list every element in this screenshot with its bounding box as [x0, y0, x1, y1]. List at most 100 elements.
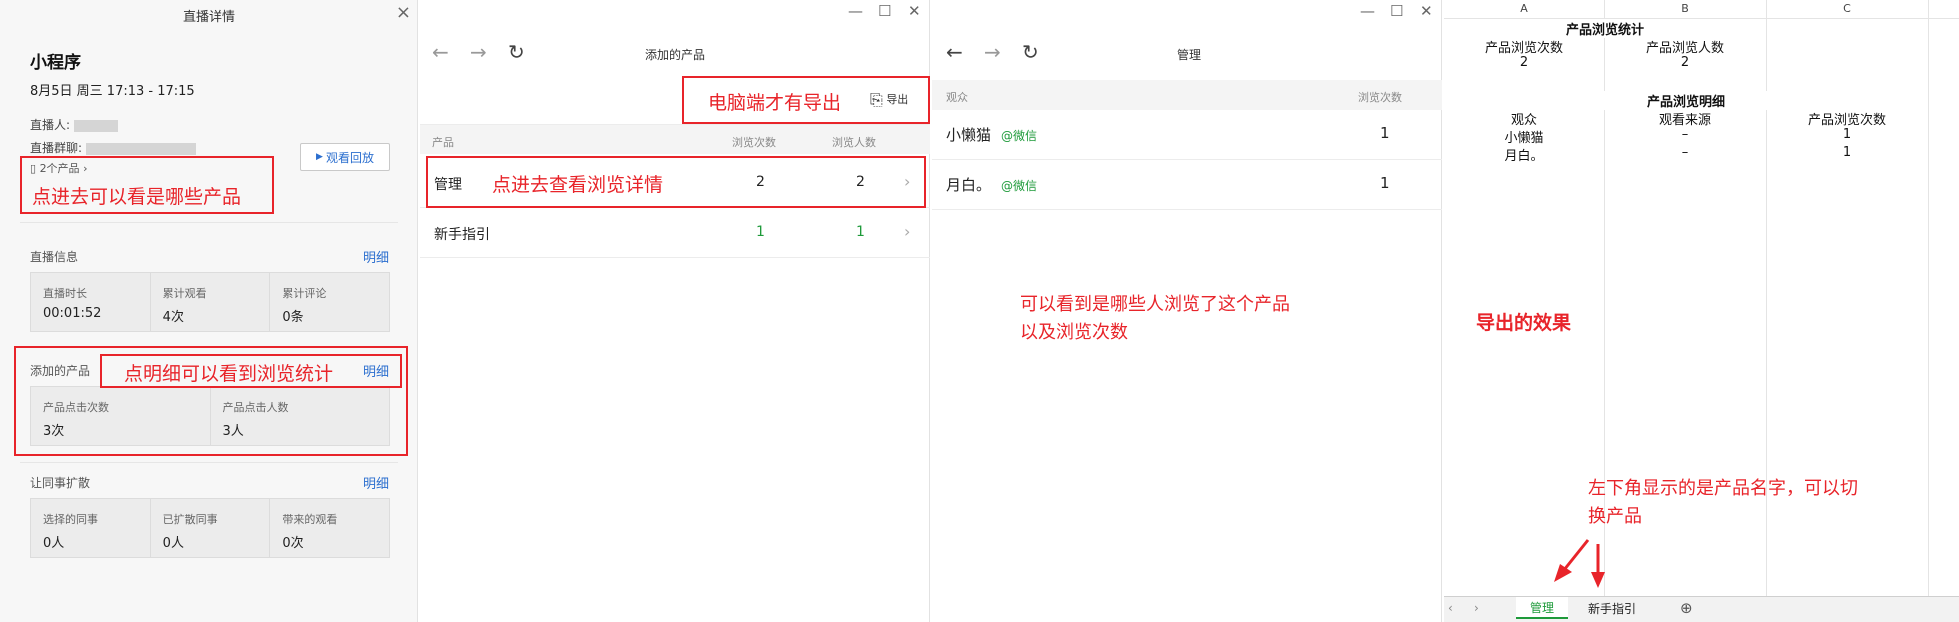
viewer-name: 月白。: [946, 176, 992, 194]
back-icon[interactable]: ←: [946, 40, 963, 64]
mini-program-name: 小程序: [30, 53, 81, 73]
divider: [20, 222, 398, 223]
cell[interactable]: 1: [1766, 127, 1928, 142]
minimize-icon[interactable]: —: [848, 2, 863, 20]
anchor-label: 直播人:: [30, 118, 71, 132]
blurred-name: [74, 119, 119, 132]
group-row: 直播群聊:: [30, 139, 197, 156]
group-label: 直播群聊:: [30, 141, 83, 155]
replay-label: 观看回放: [325, 150, 374, 165]
close-icon[interactable]: ✕: [908, 2, 921, 20]
annotation-text: 电脑端才有导出: [708, 92, 842, 114]
cell[interactable]: –: [1604, 127, 1766, 142]
live-info-title: 直播信息: [30, 250, 79, 264]
sheet-tab-manage[interactable]: 管理: [1516, 597, 1568, 619]
stat-cell: 已扩散同事 0人: [151, 499, 271, 557]
cell[interactable]: 观看来源: [1604, 109, 1766, 128]
column-header[interactable]: C: [1766, 2, 1928, 15]
cell[interactable]: 产品浏览次数: [1766, 109, 1928, 128]
maximize-icon[interactable]: ☐: [1390, 2, 1403, 20]
annotation-text: 点进去查看浏览详情: [492, 174, 664, 196]
column-header[interactable]: B: [1604, 2, 1766, 15]
table-row: 月白。 @微信 1: [932, 160, 1442, 210]
table-header: 产品 浏览次数 浏览人数: [420, 124, 930, 154]
stat-value: 0次: [282, 536, 304, 551]
add-sheet-icon[interactable]: ⊕: [1680, 599, 1693, 617]
stat-value: 0人: [43, 536, 65, 551]
column-header[interactable]: A: [1444, 2, 1604, 15]
cell[interactable]: 月白。: [1444, 145, 1604, 164]
annotation-text: 左下角显示的是产品名字，可以切: [1588, 478, 1858, 499]
stat-cell: 直播时长 00:01:52: [31, 273, 151, 331]
live-detail-panel: 直播详情 × 小程序 8月5日 周三 17:13 - 17:15 直播人: 直播…: [0, 0, 418, 622]
arrow-head: [1591, 572, 1605, 588]
table-row[interactable]: 新手指引 1 1 ›: [420, 208, 930, 258]
cell[interactable]: 产品浏览次数: [1444, 37, 1604, 56]
refresh-icon[interactable]: ↻: [508, 40, 525, 64]
stat-label: 累计评论: [282, 287, 327, 300]
scroll-left-icon[interactable]: ‹: [1448, 601, 1453, 615]
viewer-cell: 月白。 @微信: [946, 174, 1037, 195]
table-header: 观众 浏览次数: [932, 80, 1442, 110]
col-header: 观众: [946, 91, 968, 104]
refresh-icon[interactable]: ↻: [1022, 40, 1039, 64]
stats-title-cell[interactable]: 产品浏览统计: [1444, 19, 1766, 38]
stat-label: 累计观看: [162, 287, 207, 300]
views-value: 1: [1380, 124, 1390, 142]
window-title: 添加的产品: [645, 48, 706, 62]
blurred-group: [86, 142, 197, 155]
table-row: 小懒猫 @微信 1: [932, 110, 1442, 160]
detail-title-cell[interactable]: 产品浏览明细: [1444, 91, 1928, 110]
cell[interactable]: 观众: [1444, 109, 1604, 128]
live-time: 8月5日 周三 17:13 - 17:15: [30, 84, 195, 99]
spread-detail-link[interactable]: 明细: [363, 473, 389, 492]
maximize-icon[interactable]: ☐: [878, 2, 891, 20]
cell[interactable]: 1: [1766, 145, 1928, 160]
stat-value: 4次: [162, 310, 184, 325]
stat-label: 选择的同事: [43, 513, 98, 526]
close-icon[interactable]: ×: [396, 2, 411, 23]
col-header: 浏览人数: [832, 136, 876, 149]
spread-stats: 选择的同事 0人 已扩散同事 0人 带来的观看 0次: [30, 498, 390, 558]
annotation-text: 导出的效果: [1476, 312, 1572, 334]
spread-title: 让同事扩散: [30, 476, 91, 490]
stat-cell: 累计评论 0条: [270, 273, 389, 331]
divider: [20, 462, 398, 463]
cell[interactable]: 2: [1444, 55, 1604, 70]
close-icon[interactable]: ✕: [1420, 2, 1433, 20]
cell[interactable]: 小懒猫: [1444, 127, 1604, 146]
arrow-line: [1562, 539, 1590, 571]
col-header: 浏览次数: [732, 136, 776, 149]
window-title: 管理: [1177, 48, 1202, 62]
viewer-name: 小懒猫: [946, 126, 992, 144]
annotation-text: 点进去可以看是哪些产品: [32, 186, 242, 208]
sheet-tab-bar: ‹ › 管理 新手指引 ⊕: [1444, 596, 1959, 622]
replay-button[interactable]: ▶ 观看回放: [300, 143, 390, 171]
stat-label: 带来的观看: [282, 513, 338, 526]
cell[interactable]: 产品浏览人数: [1604, 37, 1766, 56]
live-info-stats: 直播时长 00:01:52 累计观看 4次 累计评论 0条: [30, 272, 390, 332]
cell[interactable]: –: [1604, 145, 1766, 160]
forward-icon[interactable]: →: [470, 40, 487, 64]
stat-value: 0条: [282, 310, 304, 325]
annotation-text: 点明细可以看到浏览统计: [124, 363, 334, 385]
grid-line: [1928, 0, 1929, 596]
stat-label: 已扩散同事: [162, 513, 218, 526]
scroll-right-icon[interactable]: ›: [1474, 601, 1479, 615]
minimize-icon[interactable]: —: [1360, 2, 1375, 20]
live-info-detail-link[interactable]: 明细: [363, 247, 389, 266]
back-icon[interactable]: ←: [432, 40, 449, 64]
anchor-row: 直播人:: [30, 116, 119, 133]
annotation-text: 可以看到是哪些人浏览了这个产品: [1020, 294, 1290, 315]
viewer-cell: 小懒猫 @微信: [946, 124, 1037, 145]
stat-cell: 选择的同事 0人: [31, 499, 151, 557]
viewers-value: 1: [856, 224, 865, 240]
panel-title: 直播详情: [182, 10, 235, 25]
annotation-text: 以及浏览次数: [1020, 322, 1128, 343]
forward-icon[interactable]: →: [984, 40, 1001, 64]
arrow-head: [1554, 564, 1572, 582]
sheet-tab-guide[interactable]: 新手指引: [1572, 597, 1652, 619]
stat-value: 0人: [162, 536, 184, 551]
stat-label: 直播时长: [43, 287, 87, 300]
cell[interactable]: 2: [1604, 55, 1766, 70]
